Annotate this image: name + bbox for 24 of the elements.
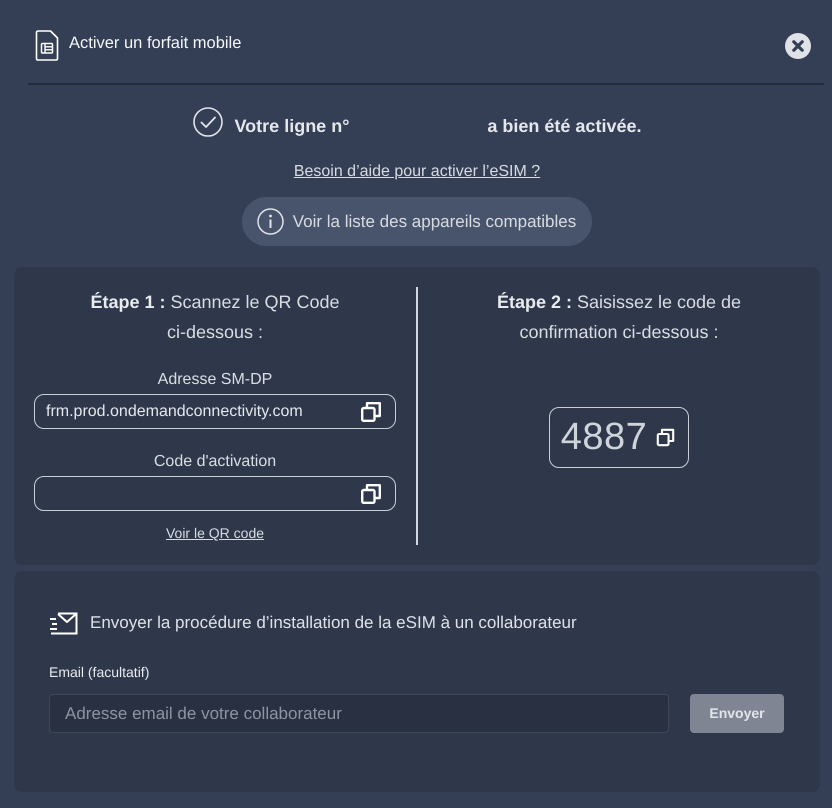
- success-message-end: a bien été activée.: [487, 115, 642, 138]
- qr-code-link[interactable]: Voir le QR code: [166, 523, 264, 543]
- send-procedure-title: Envoyer la procédure d’installation de la eSIM à un collaborateur: [90, 612, 577, 634]
- info-icon: [256, 208, 284, 235]
- text-field[interactable]: [34, 476, 396, 511]
- dialog-title: Activer un forfait mobile: [69, 33, 242, 54]
- copy-icon[interactable]: [359, 400, 383, 424]
- field-label: Adresse SM-DP: [158, 370, 272, 390]
- text-field[interactable]: frm.prod.ondemandconnectivity.com: [34, 394, 396, 429]
- step-heading: Étape 2 : Saisissez le code de confirmation ci-dessous :: [496, 291, 742, 344]
- compatible-devices-button[interactable]: Voir la liste des appareils compatibles: [242, 197, 592, 246]
- envelope-icon: [49, 610, 78, 636]
- close-icon[interactable]: [785, 33, 811, 59]
- email-label: Email (facultatif): [49, 663, 150, 682]
- copy-icon[interactable]: [655, 427, 676, 448]
- copy-icon[interactable]: [359, 482, 383, 506]
- sim-card-icon: [35, 30, 59, 61]
- check-circle-icon: [192, 107, 223, 137]
- field-label: Code d'activation: [154, 452, 276, 472]
- confirmation-code-field[interactable]: 4887: [548, 407, 690, 468]
- success-message-start: Votre ligne n°: [234, 115, 350, 138]
- step-heading: Étape 1 : Scannez le QR Code ci-dessous :: [89, 291, 341, 344]
- help-link[interactable]: Besoin d’aide pour activer l’eSIM ?: [294, 163, 540, 180]
- email-input[interactable]: Adresse email de votre collaborateur: [49, 694, 669, 733]
